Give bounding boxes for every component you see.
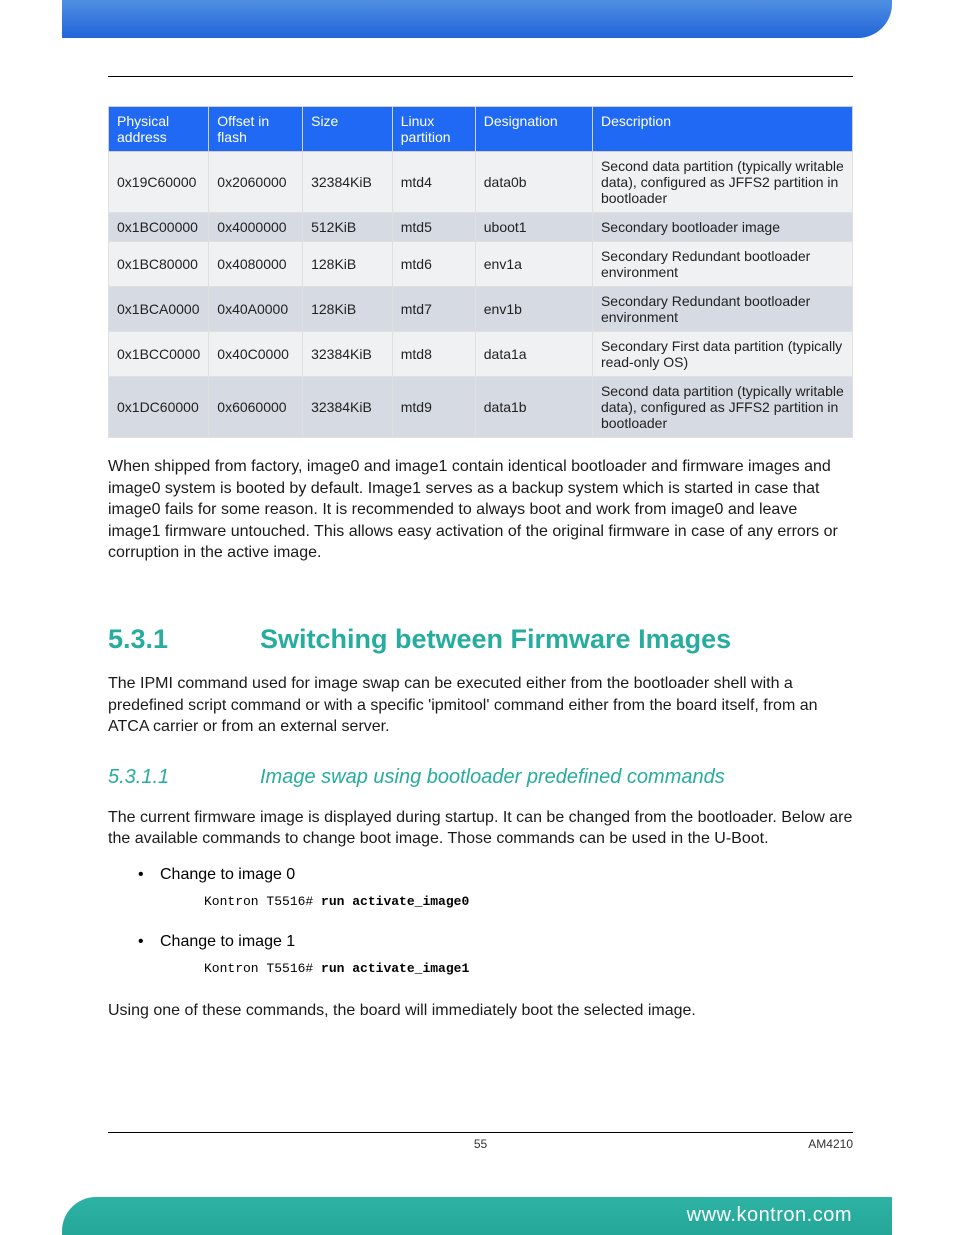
table-cell: Secondary Redundant bootloader environme… <box>592 287 852 332</box>
code-line: Kontron T5516# run activate_image1 <box>204 961 853 976</box>
heading-text: Switching between Firmware Images <box>260 624 731 654</box>
table-cell: 0x1BCC0000 <box>109 332 209 377</box>
subheading-text: Image swap using bootloader predefined c… <box>260 766 725 788</box>
footer-meta: 55 AM4210 <box>108 1132 853 1137</box>
table-cell: 32384KiB <box>303 377 393 438</box>
table-cell: env1a <box>475 242 592 287</box>
table-row: 0x1BC000000x4000000512KiBmtd5uboot1Secon… <box>109 213 853 242</box>
command-list: Change to image 0 Kontron T5516# run acti… <box>138 866 853 976</box>
shell-command: run activate_image0 <box>321 894 469 909</box>
table-cell: Secondary bootloader image <box>592 213 852 242</box>
bullet-label: Change to image 0 <box>160 866 853 884</box>
table-row: 0x1BCA00000x40A0000128KiBmtd7env1bSecond… <box>109 287 853 332</box>
bullet-label: Change to image 1 <box>160 933 853 951</box>
table-cell: 128KiB <box>303 242 393 287</box>
table-cell: 512KiB <box>303 213 393 242</box>
table-cell: mtd9 <box>392 377 475 438</box>
shell-prompt: Kontron T5516# <box>204 961 321 976</box>
table-cell: mtd4 <box>392 152 475 213</box>
subheading-number: 5.3.1.1 <box>108 766 260 789</box>
table-cell: 0x40C0000 <box>209 332 303 377</box>
table-row: 0x1BCC00000x40C000032384KiBmtd8data1aSec… <box>109 332 853 377</box>
table-cell: 0x4000000 <box>209 213 303 242</box>
top-banner <box>62 0 892 38</box>
table-cell: data0b <box>475 152 592 213</box>
table-cell: 0x1DC60000 <box>109 377 209 438</box>
table-row: 0x19C600000x206000032384KiBmtd4data0bSec… <box>109 152 853 213</box>
table-cell: 0x1BC80000 <box>109 242 209 287</box>
paragraph-ipmi-command: The IPMI command used for image swap can… <box>108 673 853 738</box>
th-size: Size <box>303 107 393 152</box>
page-content: Physical address Offset in flash Size Li… <box>108 106 853 1022</box>
th-description: Description <box>592 107 852 152</box>
table-cell: mtd6 <box>392 242 475 287</box>
table-cell: 0x19C60000 <box>109 152 209 213</box>
header-rule <box>108 76 853 77</box>
table-cell: Secondary First data partition (typicall… <box>592 332 852 377</box>
th-linux-partition: Linux parti­tion <box>392 107 475 152</box>
table-cell: uboot1 <box>475 213 592 242</box>
heading-number: 5.3.1 <box>108 624 260 655</box>
heading-5-3-1-1: 5.3.1.1Image swap using bootloader prede… <box>108 766 853 789</box>
table-cell: data1a <box>475 332 592 377</box>
th-offset-in-flash: Offset in flash <box>209 107 303 152</box>
table-cell: env1b <box>475 287 592 332</box>
table-cell: 0x1BCA0000 <box>109 287 209 332</box>
doc-id: AM4210 <box>808 1137 853 1151</box>
table-row: 0x1DC600000x606000032384KiBmtd9data1bSec… <box>109 377 853 438</box>
table-cell: mtd8 <box>392 332 475 377</box>
table-cell: 0x1BC00000 <box>109 213 209 242</box>
table-cell: 128KiB <box>303 287 393 332</box>
paragraph-current-firmware: The current firmware image is displayed … <box>108 807 853 850</box>
list-item: Change to image 0 Kontron T5516# run acti… <box>138 866 853 909</box>
table-cell: 0x40A0000 <box>209 287 303 332</box>
table-row: 0x1BC800000x4080000128KiBmtd6env1aSecond… <box>109 242 853 287</box>
table-cell: 0x4080000 <box>209 242 303 287</box>
table-cell: 32384KiB <box>303 332 393 377</box>
bottom-banner: www.kontron.com <box>62 1197 892 1235</box>
table-cell: Secondary Redundant bootloader environme… <box>592 242 852 287</box>
table-cell: 0x2060000 <box>209 152 303 213</box>
code-line: Kontron T5516# run activate_image0 <box>204 894 853 909</box>
page-number: 55 <box>474 1137 487 1151</box>
shell-command: run activate_image1 <box>321 961 469 976</box>
table-cell: mtd7 <box>392 287 475 332</box>
table-cell: data1b <box>475 377 592 438</box>
flash-partition-table: Physical address Offset in flash Size Li… <box>108 106 853 438</box>
table-cell: 0x6060000 <box>209 377 303 438</box>
table-cell: 32384KiB <box>303 152 393 213</box>
th-designation: Designation <box>475 107 592 152</box>
heading-5-3-1: 5.3.1Switching between Firmware Images <box>108 624 853 655</box>
paragraph-factory-images: When shipped from factory, image0 and im… <box>108 456 853 564</box>
shell-prompt: Kontron T5516# <box>204 894 321 909</box>
paragraph-result: Using one of these commands, the board w… <box>108 1000 853 1022</box>
table-cell: Second data partition (typically writabl… <box>592 152 852 213</box>
footer-url: www.kontron.com <box>687 1204 852 1226</box>
table-cell: mtd5 <box>392 213 475 242</box>
th-physical-address: Physical address <box>109 107 209 152</box>
table-cell: Second data partition (typically writabl… <box>592 377 852 438</box>
list-item: Change to image 1 Kontron T5516# run acti… <box>138 933 853 976</box>
